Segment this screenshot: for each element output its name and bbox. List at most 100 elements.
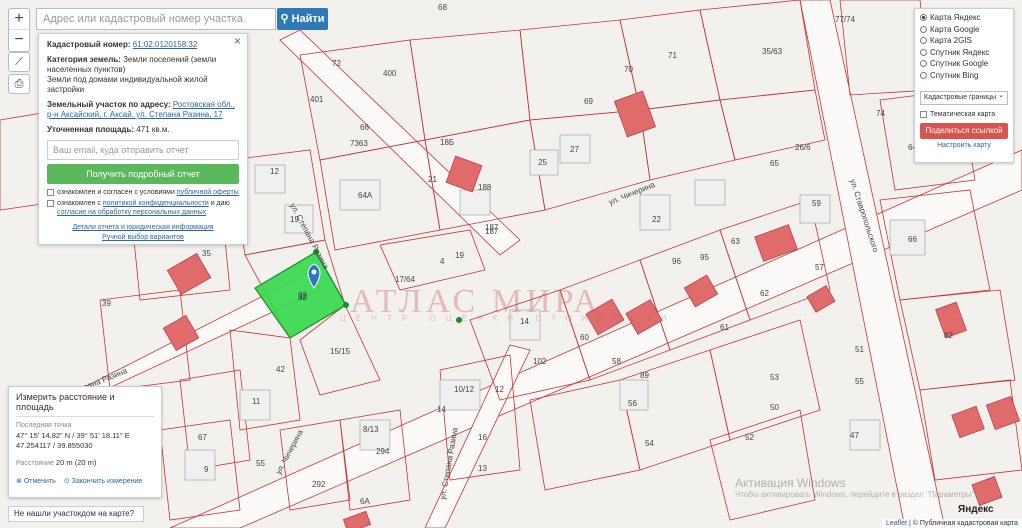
thematic-map-toggle[interactable]: Тематическая карта: [920, 111, 1008, 118]
radio-icon[interactable]: [920, 25, 927, 33]
cad-label: Кадастровый номер:: [47, 40, 131, 49]
not-found-link[interactable]: Не нашли участокдом на карте?: [8, 506, 144, 522]
privacy-link[interactable]: политикой конфиденциальности: [103, 200, 209, 207]
parcel-number: 27: [570, 145, 579, 154]
parcel-number: 69: [584, 97, 593, 106]
finish-measure-button[interactable]: ⊙ Закончить измерение: [64, 477, 142, 485]
parcel-number: 62: [760, 289, 769, 298]
parcel-number: 14: [437, 405, 446, 414]
thematic-checkbox[interactable]: [920, 111, 927, 118]
parcel-number: 55: [855, 377, 864, 386]
leaflet-link[interactable]: Leaflet: [886, 520, 907, 527]
layer-option[interactable]: Спутник Google: [920, 58, 1008, 70]
print-icon[interactable]: ⎙: [8, 74, 30, 94]
parcel-number: 12: [495, 385, 504, 394]
parcel-number: 102: [533, 357, 547, 366]
layer-option-label: Карта 2GIS: [930, 36, 972, 46]
parcel-number: 74: [876, 109, 885, 118]
setup-map-link[interactable]: Настроить карту: [920, 142, 1008, 149]
parcel-number: 54: [645, 439, 654, 448]
search-icon: ⚲: [280, 13, 292, 25]
parcel-number: 82: [944, 331, 953, 340]
parcel-number: 9: [204, 465, 209, 474]
parcel-number: 71: [668, 51, 677, 60]
attribution: Leaflet | © Публичная кадастровая карта: [881, 519, 1022, 528]
radio-icon[interactable]: [920, 71, 927, 79]
parcel-number: 59: [812, 199, 821, 208]
last-point-label: Последняя точка: [16, 422, 72, 429]
parcel-number: 50: [770, 403, 779, 412]
radio-icon[interactable]: [920, 37, 927, 45]
parcel-number: 400: [383, 69, 397, 78]
parcel-info-panel: × Кадастровый номер: 61:02:0120158:32 Ка…: [38, 33, 248, 245]
search-input[interactable]: Адрес или кадастровый номер участка: [36, 8, 276, 30]
parcel-number: 11: [252, 397, 261, 406]
search-button[interactable]: ⚲ Найти: [277, 8, 328, 30]
parcel-number: 292: [312, 480, 326, 489]
attribution-text: | © Публичная кадастровая карта: [908, 520, 1018, 527]
parcel-number: 66: [908, 235, 917, 244]
radio-icon[interactable]: [920, 48, 927, 56]
area-value: 471 кв.м.: [136, 125, 170, 134]
radio-icon[interactable]: [920, 14, 927, 22]
parcel-number: 61: [720, 323, 729, 332]
layer-option-label: Спутник Яндекс: [930, 47, 990, 57]
close-icon[interactable]: ×: [234, 35, 241, 47]
layer-select[interactable]: Кадастровые границы: [920, 90, 1008, 105]
windows-activation-notice: Активация Windows Чтобы активировать Win…: [735, 476, 977, 499]
zoom-out-button[interactable]: −: [9, 30, 29, 51]
ruler-icon[interactable]: ⟋: [8, 52, 30, 72]
layer-option[interactable]: Карта 2GIS: [920, 35, 1008, 47]
cad-number-link[interactable]: 61:02:0120158:32: [133, 40, 198, 49]
parcel-number: 96: [672, 257, 681, 266]
zoom-control: + −: [8, 8, 30, 52]
parcel-number: 21: [428, 175, 437, 184]
privacy-checkbox[interactable]: [47, 200, 54, 207]
manual-select-link[interactable]: Ручной выбор вариантов: [102, 234, 184, 241]
coords-decimal: 47.254117 / 39.855030: [16, 441, 93, 450]
layer-option-label: Спутник Google: [930, 59, 989, 69]
yandex-logo: Яндекс: [958, 504, 994, 515]
parcel-number: 26/6: [795, 143, 811, 152]
cancel-measure-button[interactable]: ⊗ Отменить: [16, 477, 56, 485]
distance-label: Расстояние: [16, 460, 54, 467]
parcel-number: 13: [478, 464, 487, 473]
parcel-number: 52: [745, 433, 754, 442]
parcel-number: 42: [276, 365, 285, 374]
distance-value: 20 m (20 m): [55, 458, 97, 467]
consent-link[interactable]: согласие на обработку персональных данны…: [57, 209, 206, 216]
parcel-number: 51: [855, 345, 864, 354]
get-report-button[interactable]: Получить подробный отчет: [47, 164, 239, 184]
share-link-button[interactable]: Поделиться ссылкой: [920, 123, 1008, 139]
offer-checkbox-row[interactable]: ознакомлен и согласен с условиями публич…: [47, 188, 239, 197]
offer-link[interactable]: публичной оферты: [177, 189, 239, 196]
layer-option[interactable]: Карта Яндекс: [920, 12, 1008, 24]
parcel-number: 10/12: [454, 385, 475, 394]
parcel-number: 56: [628, 399, 637, 408]
cancel-icon: ⊗: [16, 478, 24, 485]
layer-option-label: Карта Яндекс: [930, 13, 981, 23]
parcel-number: 18Б: [440, 138, 454, 147]
parcel-number: 4: [440, 257, 445, 266]
zoom-in-button[interactable]: +: [9, 9, 29, 30]
measure-panel: Измерить расстояние и площадь Последняя …: [8, 386, 162, 498]
details-link[interactable]: Детали отчета и юридическая информация: [72, 224, 213, 231]
layer-option[interactable]: Карта Google: [920, 24, 1008, 36]
privacy-text: ознакомлен с: [57, 200, 101, 207]
offer-checkbox[interactable]: [47, 189, 54, 196]
activation-title: Активация Windows: [735, 476, 846, 490]
parcel-number: 25: [538, 158, 547, 167]
measure-point-2[interactable]: [343, 302, 349, 308]
privacy-checkbox-row[interactable]: ознакомлен с политикой конфиденциальност…: [47, 199, 239, 217]
offer-text: ознакомлен и согласен с условиями: [57, 189, 175, 196]
parcel-number: 65: [770, 159, 779, 168]
parcel-number: 6A: [360, 497, 370, 506]
email-field[interactable]: Ваш email, куда отправить отчет: [47, 140, 239, 160]
privacy-mid: и даю: [210, 200, 230, 207]
layer-option[interactable]: Спутник Bing: [920, 70, 1008, 82]
parcel-number: 63: [731, 237, 740, 246]
radio-icon[interactable]: [920, 60, 927, 68]
parcel-number: 72: [332, 59, 341, 68]
parcel-number: 32: [298, 291, 307, 300]
layer-option[interactable]: Спутник Яндекс: [920, 47, 1008, 59]
